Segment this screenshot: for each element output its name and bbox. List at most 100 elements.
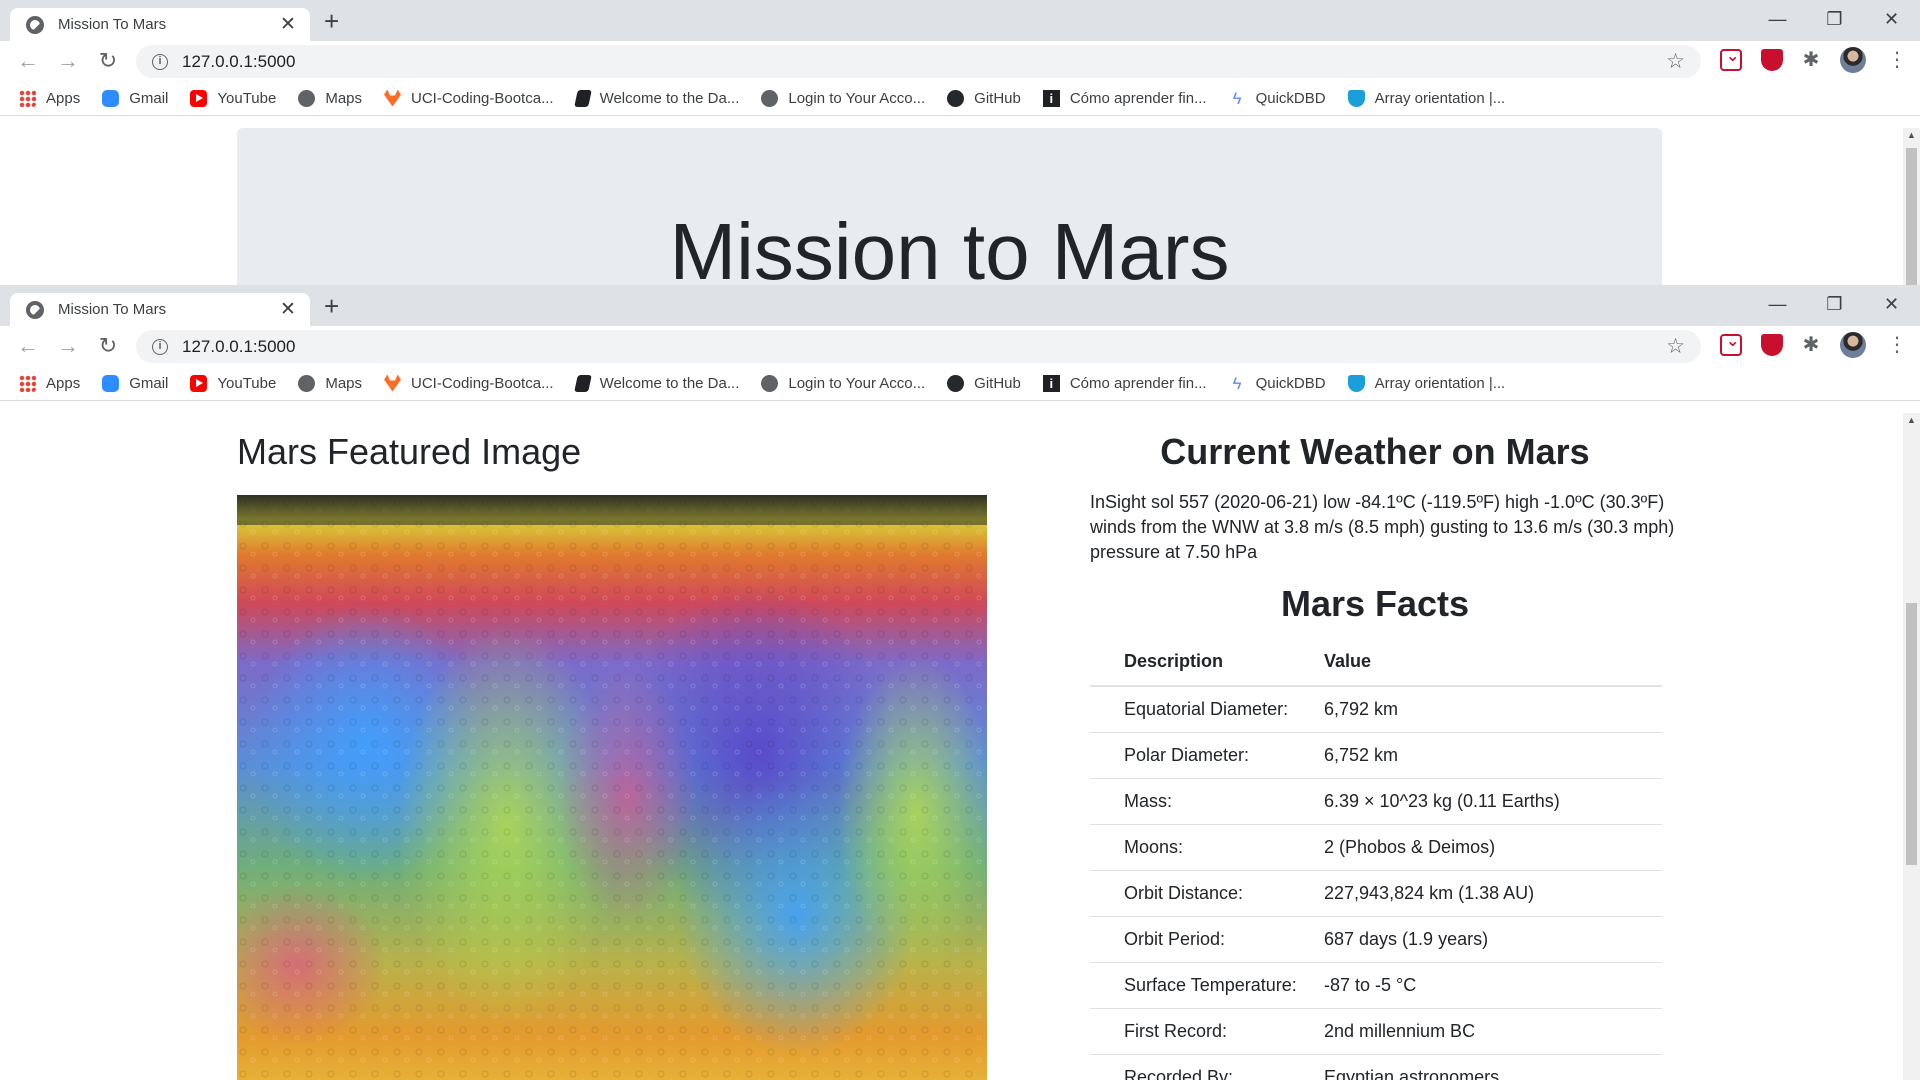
bookmark-label: Maps xyxy=(325,89,363,107)
forward-arrow-icon[interactable]: → xyxy=(48,333,88,359)
bookmark-welcome[interactable]: Welcome to the Da... xyxy=(573,374,739,392)
extensions-icon[interactable]: ✱ xyxy=(1800,334,1822,356)
shield-icon xyxy=(1347,89,1365,107)
bookmark-array[interactable]: Array orientation |... xyxy=(1347,374,1506,392)
menu-icon[interactable]: ⋮ xyxy=(1886,334,1908,356)
bookmark-como[interactable]: i Cómo aprender fin... xyxy=(1042,89,1207,107)
bookmark-quickdbd[interactable]: ϟ QuickDBD xyxy=(1229,375,1326,392)
weather-title: Current Weather on Mars xyxy=(1160,431,1590,472)
scrollbar[interactable]: ▲ xyxy=(1903,128,1920,285)
close-icon[interactable]: ✕ xyxy=(278,298,298,321)
youtube-icon xyxy=(190,374,208,392)
zoom-camera-icon xyxy=(102,89,120,107)
bookmark-maps[interactable]: Maps xyxy=(298,374,363,392)
featured-image[interactable] xyxy=(237,495,987,1080)
table-row: Polar Diameter: 6,752 km xyxy=(1090,732,1662,779)
globe-icon xyxy=(26,300,44,319)
extensions-icon[interactable]: ✱ xyxy=(1800,49,1822,71)
forward-arrow-icon[interactable]: → xyxy=(48,48,88,74)
bookmark-label: Maps xyxy=(325,374,363,392)
weather-report: InSight sol 557 (2020-06-21) low -84.1ºC… xyxy=(1090,492,1675,562)
avatar[interactable] xyxy=(1840,47,1866,73)
tab-mission-to-mars[interactable]: Mission To Mars ✕ xyxy=(10,8,310,41)
shield-icon[interactable] xyxy=(1761,334,1783,356)
star-icon[interactable]: ☆ xyxy=(1666,49,1685,74)
bookmark-como[interactable]: i Cómo aprender fin... xyxy=(1042,374,1207,392)
bookmark-label: Welcome to the Da... xyxy=(599,89,740,107)
fact-value: 6.39 × 10^23 kg (0.11 Earths) xyxy=(1324,778,1662,825)
bookmark-maps[interactable]: Maps xyxy=(298,89,363,107)
scrollbar[interactable]: ▲ xyxy=(1903,413,1920,1080)
fact-label: Polar Diameter: xyxy=(1090,732,1324,779)
info-icon[interactable]: i xyxy=(152,338,168,355)
bookmark-label: Array orientation |... xyxy=(1374,374,1506,392)
bookmark-login[interactable]: Login to Your Acco... xyxy=(761,374,925,392)
book-icon xyxy=(573,89,592,107)
bookmark-gmail[interactable]: Gmail xyxy=(102,374,169,392)
bookmark-label: Array orientation |... xyxy=(1374,89,1506,107)
new-tab-button[interactable]: + xyxy=(324,8,339,34)
restore-button[interactable]: ❐ xyxy=(1806,0,1863,40)
gitlab-fox-icon xyxy=(384,374,402,392)
restore-button[interactable]: ❐ xyxy=(1806,285,1863,325)
bookmark-label: Apps xyxy=(46,374,81,392)
bookmark-uci[interactable]: UCI-Coding-Bootca... xyxy=(384,89,554,107)
scrollbar-thumb[interactable] xyxy=(1906,148,1917,285)
back-arrow-icon[interactable]: ← xyxy=(8,333,48,359)
fact-label: Mass: xyxy=(1090,778,1324,825)
pocket-icon[interactable] xyxy=(1720,331,1742,356)
fact-value: 227,943,824 km (1.38 AU) xyxy=(1324,870,1662,917)
pocket-icon[interactable] xyxy=(1720,46,1742,71)
column-header: Value xyxy=(1324,638,1662,687)
bolt-icon: ϟ xyxy=(1232,88,1242,108)
back-arrow-icon[interactable]: ← xyxy=(8,48,48,74)
bookmark-label: Cómo aprender fin... xyxy=(1069,374,1207,392)
bookmark-label: UCI-Coding-Bootca... xyxy=(411,374,554,392)
avatar[interactable] xyxy=(1840,332,1866,358)
bookmark-github[interactable]: GitHub xyxy=(947,89,1021,107)
url-text[interactable]: 127.0.0.1:5000 xyxy=(182,52,1666,72)
bookmark-welcome[interactable]: Welcome to the Da... xyxy=(573,89,740,107)
address-bar[interactable]: i 127.0.0.1:5000 ☆ xyxy=(136,45,1701,78)
new-tab-button[interactable]: + xyxy=(324,293,339,319)
reload-icon[interactable]: ↻ xyxy=(88,333,128,359)
table-row: Surface Temperature: -87 to -5 °C xyxy=(1090,962,1662,1009)
bookmark-apps[interactable]: Apps xyxy=(19,374,81,392)
fact-value: 2nd millennium BC xyxy=(1324,1008,1662,1055)
bookmark-youtube[interactable]: YouTube xyxy=(190,89,276,107)
address-bar[interactable]: i 127.0.0.1:5000 ☆ xyxy=(136,330,1701,363)
close-window-button[interactable]: ✕ xyxy=(1863,0,1920,40)
shield-icon[interactable] xyxy=(1761,49,1783,71)
bookmark-github[interactable]: GitHub xyxy=(947,374,1021,392)
url-text[interactable]: 127.0.0.1:5000 xyxy=(182,337,1666,357)
bookmark-youtube[interactable]: YouTube xyxy=(190,374,276,392)
menu-icon[interactable]: ⋮ xyxy=(1886,49,1908,71)
info-icon[interactable]: i xyxy=(152,53,168,70)
apps-grid-icon xyxy=(19,89,36,107)
minimize-button[interactable]: — xyxy=(1749,0,1806,40)
scroll-up-icon[interactable]: ▲ xyxy=(1903,415,1920,425)
bookmark-label: Gmail xyxy=(129,374,169,392)
close-window-button[interactable]: ✕ xyxy=(1863,285,1920,325)
browser-window-bottom: Mission To Mars ✕ + — ❐ ✕ ← → ↻ i 127.0.… xyxy=(0,285,1920,1080)
fact-label: Equatorial Diameter: xyxy=(1090,686,1324,733)
bookmark-array[interactable]: Array orientation |... xyxy=(1347,89,1506,107)
bookmark-apps[interactable]: Apps xyxy=(19,89,80,107)
bookmarks-bar: Apps Gmail YouTube Maps UCI-Coding-Bootc… xyxy=(0,366,1920,401)
close-icon[interactable]: ✕ xyxy=(278,13,298,36)
bookmark-login[interactable]: Login to Your Acco... xyxy=(761,89,925,107)
reload-icon[interactable]: ↻ xyxy=(88,48,128,74)
mars-facts-table: Description Value Equatorial Diameter: 6,… xyxy=(1090,638,1662,1080)
bookmark-gmail[interactable]: Gmail xyxy=(102,89,168,107)
scrollbar-thumb[interactable] xyxy=(1906,603,1917,865)
tab-mission-to-mars[interactable]: Mission To Mars ✕ xyxy=(10,293,310,326)
bookmark-uci[interactable]: UCI-Coding-Bootca... xyxy=(384,374,554,392)
bookmark-quickdbd[interactable]: ϟ QuickDBD xyxy=(1229,90,1326,107)
facts-title: Mars Facts xyxy=(1280,583,1470,624)
star-icon[interactable]: ☆ xyxy=(1666,334,1685,359)
fact-label: Surface Temperature: xyxy=(1090,962,1324,1009)
globe-icon xyxy=(761,89,779,107)
scroll-up-icon[interactable]: ▲ xyxy=(1903,130,1920,140)
minimize-button[interactable]: — xyxy=(1749,285,1806,325)
table-header-row: Description Value xyxy=(1090,638,1662,687)
